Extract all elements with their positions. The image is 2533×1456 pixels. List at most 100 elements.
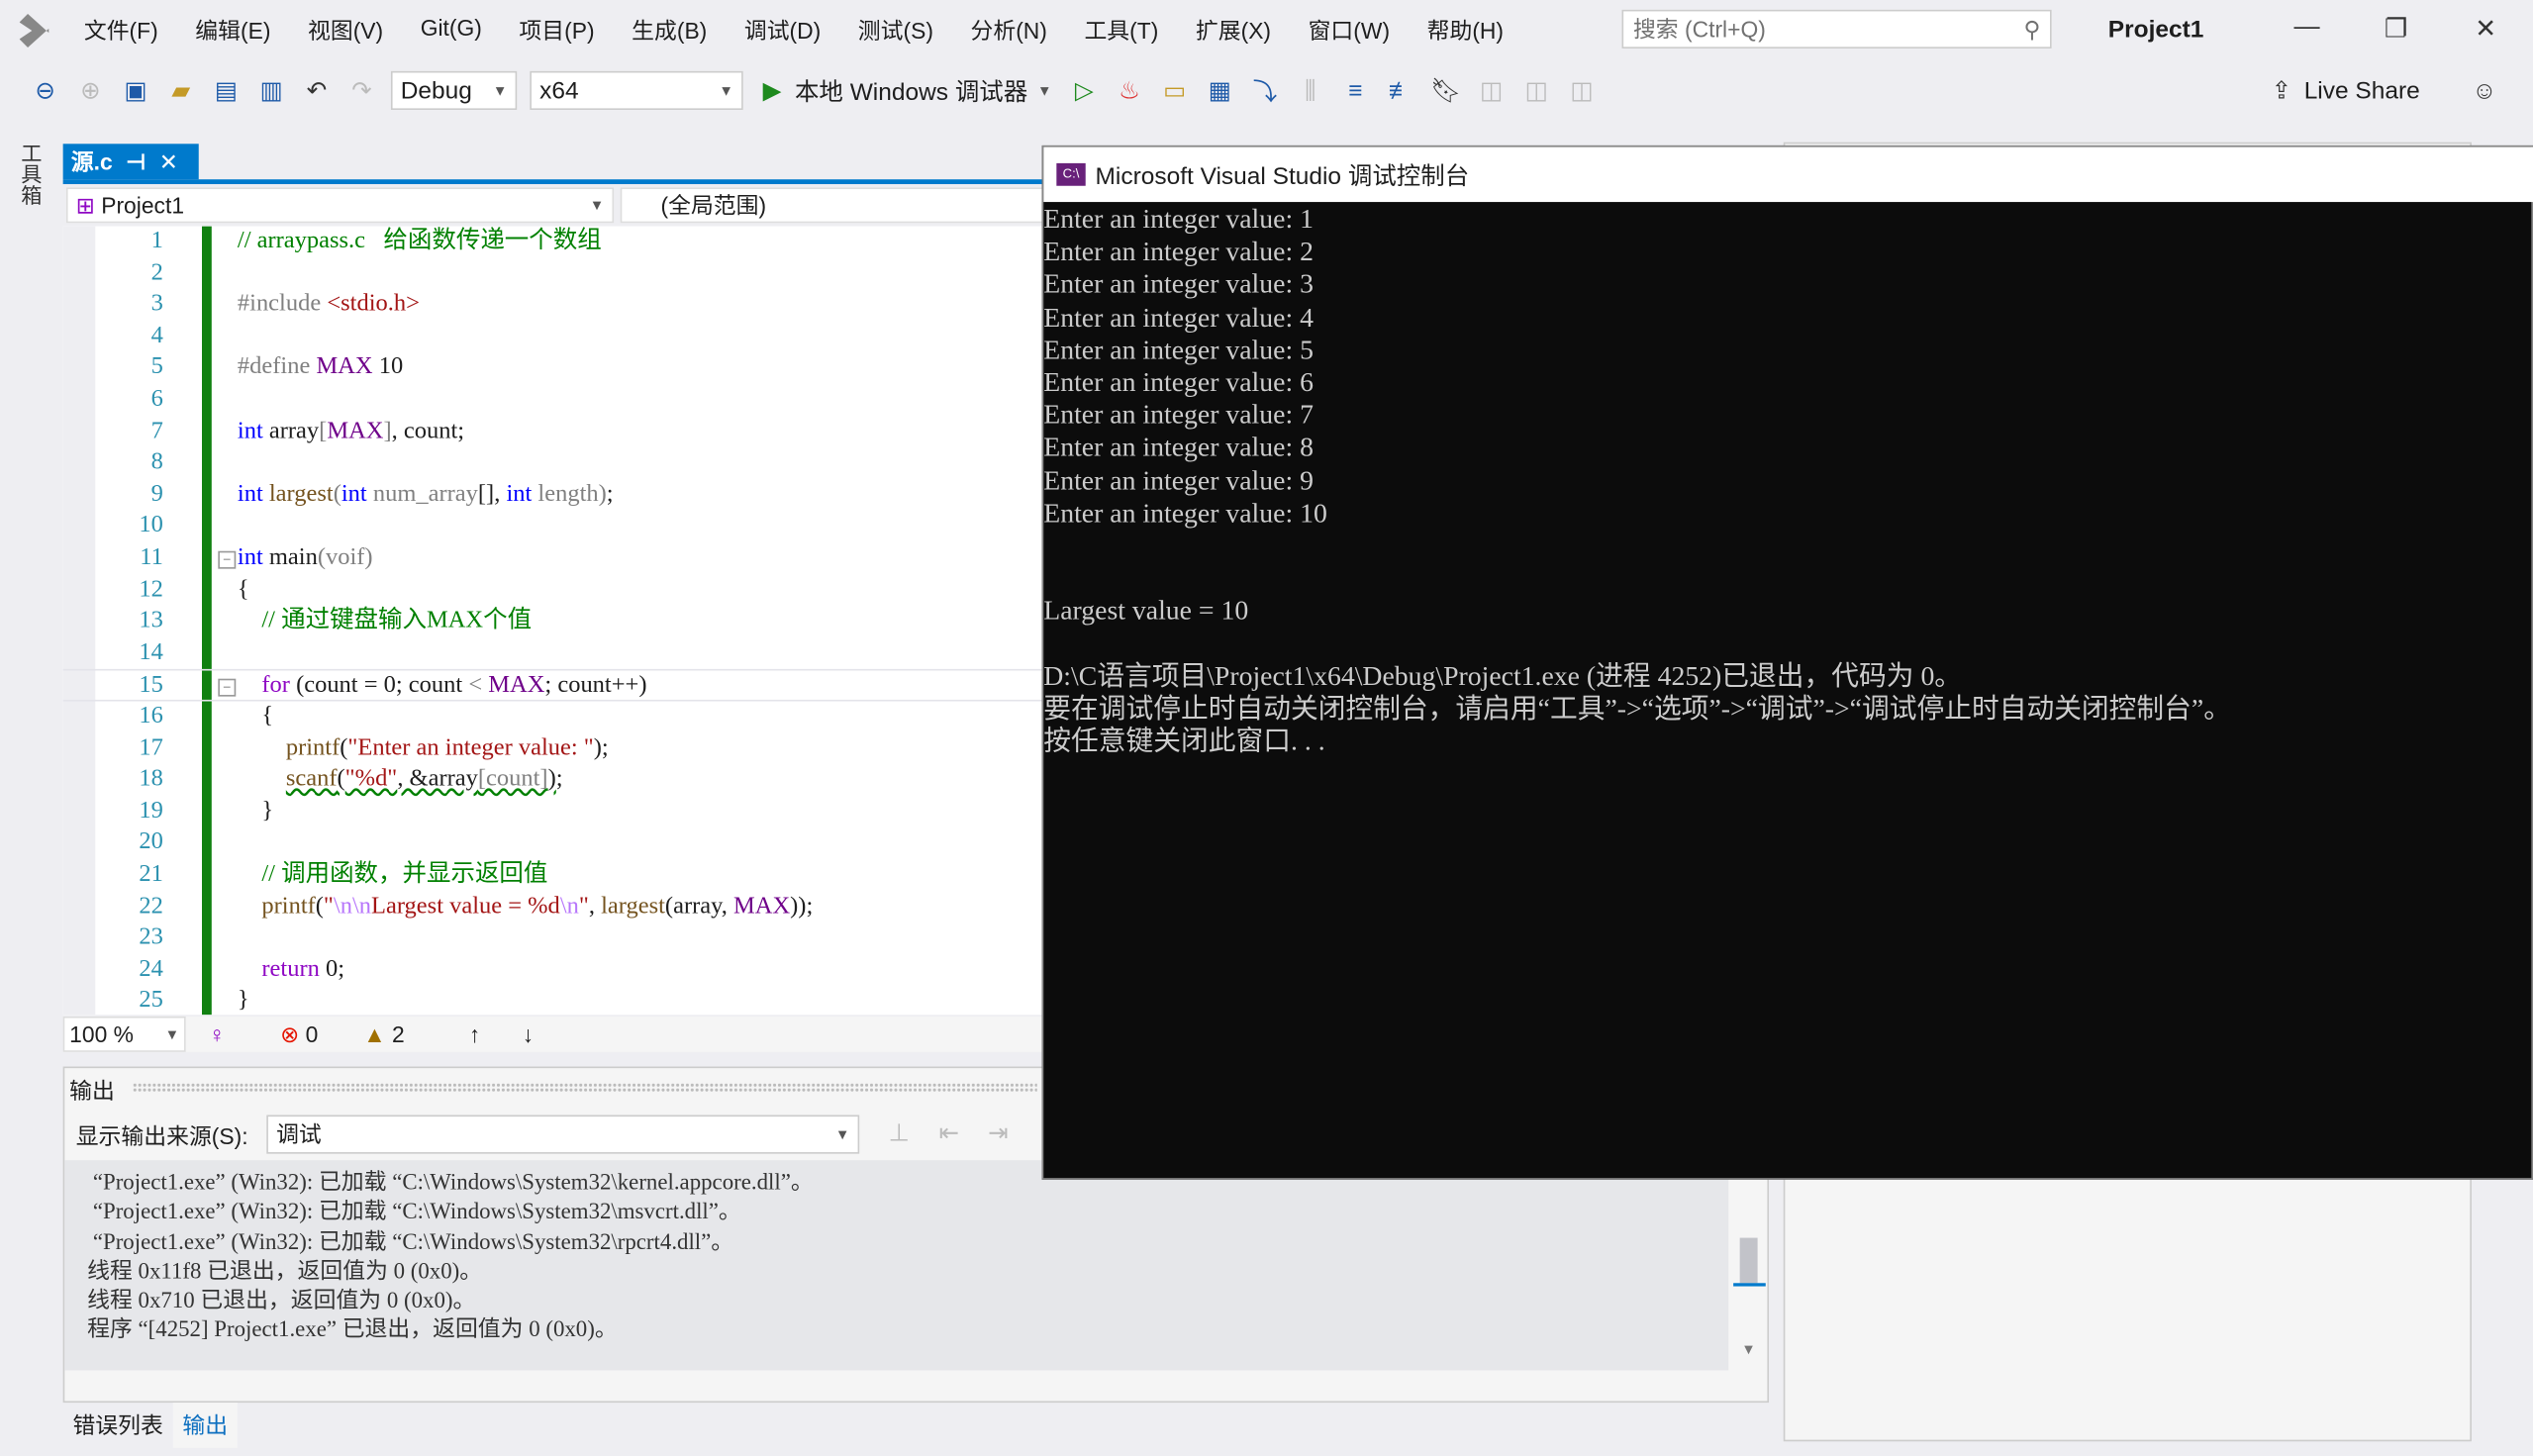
tab-output[interactable]: 输出 xyxy=(172,1403,238,1448)
code-line[interactable]: 4 xyxy=(63,322,1042,353)
code-line[interactable]: 17 printf("Enter an integer value: "); xyxy=(63,733,1042,765)
menu-item[interactable]: 测试(S) xyxy=(858,15,933,48)
errors-indicator[interactable]: ⊗ 0 xyxy=(280,1020,318,1048)
bookmark-icon[interactable]: 🔖︎ xyxy=(1429,74,1462,107)
code-line[interactable]: 7 int array[MAX], count; xyxy=(63,417,1042,448)
code-text: scanf("%d", &array[count]); xyxy=(238,765,563,797)
platform-select[interactable]: x64 ▼ xyxy=(530,70,743,111)
code-line[interactable]: 22 printf("\n\nLargest value = %d\n", la… xyxy=(63,892,1042,923)
menu-item[interactable]: 编辑(E) xyxy=(195,15,270,48)
code-editor[interactable]: 1// arraypass.c 给函数传递一个数组 2 3 #include <std… xyxy=(62,226,1042,1016)
scope-select[interactable]: (全局范围) xyxy=(620,187,1044,224)
clear-bookmarks-icon[interactable]: ◫ xyxy=(1566,74,1599,107)
code-line[interactable]: 18 scanf("%d", &array[count]); xyxy=(63,765,1042,797)
configuration-select[interactable]: Debug ▼ xyxy=(390,70,518,111)
code-line[interactable]: 20 xyxy=(63,828,1042,860)
chevron-down-icon[interactable]: ▼ xyxy=(1037,82,1052,98)
minimize-button[interactable]: — xyxy=(2293,13,2319,42)
start-debug-icon[interactable]: ▶ xyxy=(756,74,789,107)
next-message-icon[interactable]: ⇥ xyxy=(988,1118,1009,1147)
close-icon[interactable]: ✕ xyxy=(159,147,178,175)
code-line[interactable]: 9 int largest(int num_array[], int length… xyxy=(63,480,1042,512)
tab-source-c[interactable]: 源.c ⊣ ✕ xyxy=(62,144,199,180)
live-share-button[interactable]: Live Share xyxy=(2304,77,2420,105)
code-line[interactable]: 2 xyxy=(63,258,1042,290)
code-line[interactable]: 13 // 通过键盘输入MAX个值 xyxy=(63,607,1042,638)
output-text[interactable]: “Project1.exe” (Win32): 已加载 “C:\Windows\… xyxy=(64,1160,1729,1371)
code-line[interactable]: 19 } xyxy=(63,797,1042,828)
menu-item[interactable]: 帮助(H) xyxy=(1427,15,1504,48)
uncomment-icon[interactable]: ≢ xyxy=(1385,74,1417,107)
output-source-select[interactable]: 调试 ▼ xyxy=(266,1115,860,1154)
previous-issue-icon[interactable]: ↑ xyxy=(469,1021,480,1047)
menu-item[interactable]: 文件(F) xyxy=(84,15,158,48)
code-line[interactable]: 25} xyxy=(63,987,1042,1016)
code-line[interactable]: 11 int main(voif) − xyxy=(63,543,1042,575)
open-folder-icon[interactable]: ▰ xyxy=(164,74,197,107)
close-window-button[interactable]: ✕ xyxy=(2475,13,2496,46)
pin-icon[interactable]: ⊣ xyxy=(126,147,146,175)
feedback-icon[interactable]: ☺ xyxy=(2469,74,2501,107)
code-line[interactable]: 15 for (count = 0; count < MAX; count++)… xyxy=(62,669,1042,702)
menu-item[interactable]: 生成(B) xyxy=(632,15,707,48)
code-line[interactable]: 14 xyxy=(63,638,1042,670)
menu-item[interactable]: 分析(N) xyxy=(971,15,1047,48)
code-line[interactable]: 5 #define MAX 10 xyxy=(63,353,1042,385)
undo-icon[interactable]: ↶ xyxy=(301,74,334,107)
next-issue-icon[interactable]: ↓ xyxy=(523,1021,534,1047)
menu-item[interactable]: 工具(T) xyxy=(1084,15,1158,48)
new-project-icon[interactable]: ▣ xyxy=(120,74,152,107)
back-icon[interactable]: ⊖ xyxy=(29,74,61,107)
menu-item[interactable]: 扩展(X) xyxy=(1196,15,1271,48)
forward-icon[interactable]: ⊕ xyxy=(74,74,107,107)
debug-console-window[interactable]: C:\ Microsoft Visual Studio 调试控制台 Enter a… xyxy=(1041,145,2533,1180)
panel-drag-handle[interactable] xyxy=(132,1082,1037,1093)
prev-bookmark-icon[interactable]: ◫ xyxy=(1475,74,1508,107)
menu-item[interactable]: 视图(V) xyxy=(308,15,383,48)
visual-studio-logo-icon[interactable] xyxy=(19,14,49,48)
console-title-bar[interactable]: C:\ Microsoft Visual Studio 调试控制台 xyxy=(1043,146,2533,203)
code-line[interactable]: 23 xyxy=(63,923,1042,955)
hot-reload-icon[interactable]: ♨ xyxy=(1114,74,1146,107)
code-line[interactable]: 10 xyxy=(63,512,1042,543)
code-line[interactable]: 21 // 调用函数，并显示返回值 xyxy=(63,860,1042,892)
menu-item[interactable]: 项目(P) xyxy=(519,15,594,48)
save-all-icon[interactable]: ▥ xyxy=(255,74,288,107)
code-line[interactable]: 1 // arraypass.c 给函数传递一个数组 xyxy=(63,227,1042,258)
previous-message-icon[interactable]: ⇤ xyxy=(938,1118,959,1147)
toolbox-tab[interactable]: 工具箱 xyxy=(13,143,46,206)
code-line[interactable]: 6 xyxy=(63,385,1042,417)
search-input[interactable]: 搜索 (Ctrl+Q) ⚲ xyxy=(1621,9,2052,49)
step-over-icon[interactable]: ⫼ xyxy=(1294,74,1326,107)
collapse-icon[interactable]: − xyxy=(218,550,237,569)
code-line[interactable]: 16 { xyxy=(63,702,1042,733)
restore-button[interactable]: ❐ xyxy=(2385,13,2407,46)
collapse-icon[interactable]: − xyxy=(218,679,237,698)
window-layout-icon[interactable]: ▦ xyxy=(1204,74,1236,107)
menu-item[interactable]: Git(G) xyxy=(421,15,482,48)
project-select[interactable]: ⊞ Project1 ▼ xyxy=(65,187,615,224)
start-without-debug-icon[interactable]: ▷ xyxy=(1068,74,1101,107)
start-debugger-button[interactable]: 本地 Windows 调试器 xyxy=(795,73,1027,107)
solution-explorer-icon[interactable]: ▭ xyxy=(1158,74,1191,107)
comment-icon[interactable]: ≡ xyxy=(1339,74,1372,107)
redo-icon[interactable]: ↷ xyxy=(345,74,378,107)
warnings-indicator[interactable]: ▲ 2 xyxy=(363,1021,405,1047)
save-icon[interactable]: ▤ xyxy=(210,74,243,107)
step-icon[interactable]: ⤵ xyxy=(1249,74,1282,107)
next-bookmark-icon[interactable]: ◫ xyxy=(1520,74,1553,107)
code-line[interactable]: 3 #include <stdio.h> xyxy=(63,290,1042,322)
menu-item[interactable]: 窗口(W) xyxy=(1309,15,1390,48)
zoom-select[interactable]: 100 % ▼ xyxy=(62,1016,186,1052)
intellicode-icon[interactable]: ♀ xyxy=(209,1021,226,1047)
code-line[interactable]: 8 xyxy=(63,448,1042,480)
code-token: ( xyxy=(337,766,345,793)
code-line[interactable]: 12 { xyxy=(63,575,1042,607)
go-to-line-icon[interactable]: ⊥ xyxy=(889,1118,910,1147)
code-line[interactable]: 24 return 0; xyxy=(63,955,1042,987)
tab-error-list[interactable]: 错误列表 xyxy=(63,1403,173,1448)
menu-item[interactable]: 调试(D) xyxy=(744,15,821,48)
output-scrollbar[interactable]: ▼ xyxy=(1733,1180,1766,1371)
